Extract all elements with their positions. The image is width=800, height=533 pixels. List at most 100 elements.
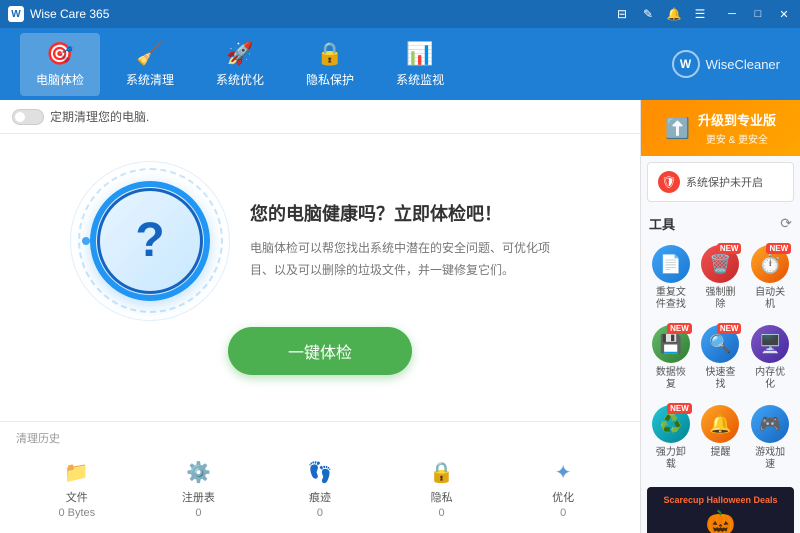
tools-refresh-icon[interactable]: ⟳ — [780, 215, 792, 232]
halloween-ad[interactable]: Scarecup Halloween Deals 🎃 UPTO 78% OFF … — [647, 487, 794, 533]
registry-label: 注册表 — [182, 489, 215, 505]
optimize-hist-icon: ✦ — [555, 460, 572, 485]
tool-game-label: 游戏加速 — [750, 447, 790, 471]
window-controls: ─ □ ✕ — [720, 0, 796, 28]
history-item-traces: 👣 痕迹 0 — [259, 454, 381, 525]
tool-memory-optimize[interactable]: 🖥️ 内存优化 — [748, 321, 792, 395]
tool-remind-label: 提醒 — [710, 447, 730, 459]
privacy-hist-icon: 🔒 — [429, 460, 454, 485]
app-title: Wise Care 365 — [30, 7, 109, 21]
brand-name: WiseCleaner — [706, 57, 780, 72]
traces-icon: 👣 — [308, 460, 333, 485]
tool-data-label: 数据恢复 — [651, 367, 691, 391]
uninstall-new-badge: NEW — [667, 403, 692, 414]
brand-logo-circle: W — [672, 50, 700, 78]
toolbar: 定期清理您的电脑. — [0, 100, 640, 134]
protection-icon: 🛡 — [658, 171, 680, 193]
upgrade-subtitle: 更安 & 更安全 — [698, 131, 776, 146]
nav-items: 🎯 电脑体检 🧹 系统清理 🚀 系统优化 🔒 隐私保护 📊 系统监视 — [20, 33, 460, 96]
tool-memory-icon: 🖥️ — [751, 325, 789, 363]
titlebar-icon-2[interactable]: ✎ — [638, 4, 658, 24]
tool-force-del-icon: 🗑️ NEW — [701, 245, 739, 283]
health-check-container: ? 您的电脑健康吗？立即体检吧！ 电脑体检可以帮您找出系统中潜在的安全问题、可优… — [90, 181, 550, 301]
titlebar-icon-3[interactable]: 🔔 — [664, 4, 684, 24]
traces-value: 0 — [317, 507, 323, 519]
optimize-hist-value: 0 — [560, 507, 566, 519]
tool-quick-search[interactable]: 🔍 NEW 快速查找 — [699, 321, 743, 395]
close-button[interactable]: ✕ — [772, 4, 796, 24]
upgrade-banner[interactable]: ⬆️ 升级到专业版 更安 & 更安全 — [641, 100, 800, 156]
upgrade-title: 升级到专业版 — [698, 110, 776, 129]
titlebar-extra-icons: ⊟ ✎ 🔔 ☰ — [612, 4, 710, 24]
minimize-button[interactable]: ─ — [720, 4, 744, 24]
tool-recover-icon: 📄 — [652, 245, 690, 283]
files-value: 0 Bytes — [58, 507, 95, 519]
tool-memory-label: 内存优化 — [750, 367, 790, 391]
data-new-badge: NEW — [667, 323, 692, 334]
history-item-registry: ⚙️ 注册表 0 — [138, 454, 260, 525]
tool-shutdown-icon: ⏱️ NEW — [751, 245, 789, 283]
titlebar-icon-4[interactable]: ☰ — [690, 4, 710, 24]
traces-label: 痕迹 — [309, 489, 331, 505]
clean-icon: 🧹 — [136, 41, 163, 67]
nav-item-monitor[interactable]: 📊 系统监视 — [380, 33, 460, 96]
force-del-new-badge: NEW — [717, 243, 742, 254]
history-item-privacy: 🔒 隐私 0 — [381, 454, 503, 525]
protection-status[interactable]: 🛡 系统保护未开启 — [647, 162, 794, 202]
health-circle: ? — [90, 181, 210, 301]
tools-section: 工具 ⟳ 📄 重复文件查找 🗑️ NEW 强制删除 — [641, 208, 800, 481]
tool-recover-label: 重复文件查找 — [651, 287, 691, 311]
history-title: 清理历史 — [16, 430, 624, 446]
tools-header: 工具 ⟳ — [649, 214, 792, 233]
history-section: 清理历史 📁 文件 0 Bytes ⚙️ 注册表 0 👣 痕迹 0 — [0, 421, 640, 533]
monitor-label: 系统监视 — [396, 71, 444, 88]
tool-auto-shutdown[interactable]: ⏱️ NEW 自动关机 — [748, 241, 792, 315]
question-mark: ? — [135, 213, 164, 268]
search-new-badge: NEW — [717, 323, 742, 334]
privacy-hist-value: 0 — [439, 507, 445, 519]
tool-force-del-label: 强制删除 — [701, 287, 741, 311]
health-icon: 🎯 — [46, 41, 73, 67]
privacy-hist-label: 隐私 — [431, 489, 453, 505]
tool-force-delete[interactable]: 🗑️ NEW 强制删除 — [699, 241, 743, 315]
clean-label: 系统清理 — [126, 71, 174, 88]
shutdown-new-badge: NEW — [766, 243, 791, 254]
optimize-hist-label: 优化 — [552, 489, 574, 505]
tool-data-icon: 💾 NEW — [652, 325, 690, 363]
health-description: 电脑体检可以帮您找出系统中潜在的安全问题、可优化项目、以及可以删除的垃圾文件，并… — [250, 238, 550, 281]
left-content: 定期清理您的电脑. ? 您的电脑健康吗？立即体检吧！ 电脑体检可以帮您找出系统中… — [0, 100, 640, 533]
titlebar: W Wise Care 365 ⊟ ✎ 🔔 ☰ ─ □ ✕ — [0, 0, 800, 28]
tools-title: 工具 — [649, 214, 675, 233]
nav-item-optimize[interactable]: 🚀 系统优化 — [200, 33, 280, 96]
nav-item-health[interactable]: 🎯 电脑体检 — [20, 33, 100, 96]
navbar: 🎯 电脑体检 🧹 系统清理 🚀 系统优化 🔒 隐私保护 📊 系统监视 W Wis… — [0, 28, 800, 100]
privacy-icon: 🔒 — [316, 41, 343, 67]
history-item-optimize: ✦ 优化 0 — [502, 454, 624, 525]
tool-reminder[interactable]: 🔔 提醒 — [699, 401, 743, 475]
tool-search-icon: 🔍 NEW — [701, 325, 739, 363]
health-label: 电脑体检 — [36, 71, 84, 88]
registry-value: 0 — [195, 507, 201, 519]
halloween-icon: 🎃 — [655, 509, 786, 533]
optimize-icon: 🚀 — [226, 41, 253, 67]
right-sidebar: ⬆️ 升级到专业版 更安 & 更安全 🛡 系统保护未开启 工具 ⟳ 📄 — [640, 100, 800, 533]
privacy-label: 隐私保护 — [306, 71, 354, 88]
health-area: ? 您的电脑健康吗？立即体检吧！ 电脑体检可以帮您找出系统中潜在的安全问题、可优… — [0, 134, 640, 421]
optimize-label: 系统优化 — [216, 71, 264, 88]
nav-item-clean[interactable]: 🧹 系统清理 — [110, 33, 190, 96]
protection-text: 系统保护未开启 — [686, 174, 763, 190]
halloween-ad-title: Scarecup Halloween Deals — [655, 495, 786, 505]
schedule-toggle[interactable] — [12, 109, 44, 125]
nav-item-privacy[interactable]: 🔒 隐私保护 — [290, 33, 370, 96]
one-click-check-button[interactable]: 一键体检 — [228, 327, 412, 375]
file-icon: 📁 — [64, 460, 89, 485]
titlebar-icon-1[interactable]: ⊟ — [612, 4, 632, 24]
tool-data-recovery[interactable]: 💾 NEW 数据恢复 — [649, 321, 693, 395]
tool-recover-files[interactable]: 📄 重复文件查找 — [649, 241, 693, 315]
tool-game-boost[interactable]: 🎮 游戏加速 — [748, 401, 792, 475]
tool-uninstall[interactable]: ♻️ NEW 强力卸载 — [649, 401, 693, 475]
tool-search-label: 快速查找 — [701, 367, 741, 391]
maximize-button[interactable]: □ — [746, 4, 770, 24]
history-items: 📁 文件 0 Bytes ⚙️ 注册表 0 👣 痕迹 0 🔒 隐私 — [16, 454, 624, 525]
health-title: 您的电脑健康吗？立即体检吧！ — [250, 200, 550, 226]
